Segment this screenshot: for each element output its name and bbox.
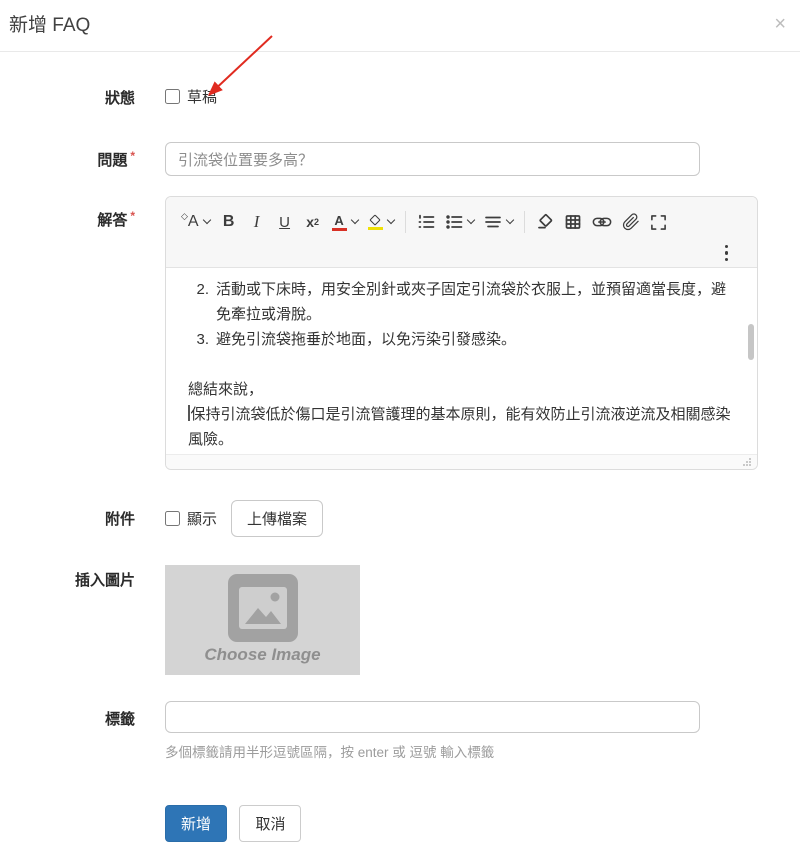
superscript-button[interactable]: x2 bbox=[304, 209, 322, 235]
actions-row: 新增 取消 bbox=[0, 805, 800, 842]
rich-text-editor: ◇A B I U x2 A bbox=[165, 196, 758, 470]
align-icon bbox=[484, 213, 502, 231]
question-label: 問題* bbox=[0, 149, 135, 170]
list-item: 2. 活動或下床時，用安全別針或夾子固定引流袋於衣服上，並預留適當長度，避免牽拉… bbox=[188, 277, 737, 327]
chevron-down-icon bbox=[202, 216, 210, 224]
insert-image-label: 插入圖片 bbox=[0, 565, 135, 675]
table-icon bbox=[564, 213, 582, 231]
editor-scrollbar[interactable] bbox=[748, 324, 754, 360]
cancel-button[interactable]: 取消 bbox=[239, 805, 301, 842]
font-style-button[interactable]: ◇A bbox=[181, 209, 210, 235]
answer-row: 解答* ◇A B I U x2 A bbox=[0, 196, 800, 470]
show-attachment-checkbox[interactable] bbox=[165, 511, 180, 526]
actions-spacer bbox=[0, 805, 135, 842]
draft-checkbox-label: 草稿 bbox=[187, 86, 217, 107]
fullscreen-button[interactable] bbox=[650, 209, 668, 235]
link-button[interactable] bbox=[592, 209, 612, 235]
toolbar-separator bbox=[524, 211, 525, 233]
italic-button[interactable]: I bbox=[248, 209, 266, 235]
toolbar-separator bbox=[405, 211, 406, 233]
attachment-row: 附件 顯示 上傳檔案 bbox=[0, 500, 800, 537]
text-cursor bbox=[188, 405, 190, 421]
draft-checkbox[interactable] bbox=[165, 89, 180, 104]
chevron-down-icon bbox=[466, 216, 474, 224]
question-row: 問題* bbox=[0, 142, 800, 176]
show-checkbox-wrap: 顯示 bbox=[165, 508, 217, 529]
choose-image-dropzone[interactable]: Choose Image bbox=[165, 565, 360, 675]
paragraph: 保持引流袋低於傷口是引流管護理的基本原則，能有效防止引流液逆流及相關感染風險。 bbox=[188, 402, 737, 452]
tags-row: 標籤 多個標籤請用半形逗號區隔，按 enter 或 逗號 輸入標籤 bbox=[0, 701, 800, 761]
show-checkbox-label: 顯示 bbox=[187, 508, 217, 529]
unordered-list-icon bbox=[445, 213, 463, 231]
editor-toolbar: ◇A B I U x2 A bbox=[166, 197, 757, 268]
more-options-button[interactable] bbox=[722, 242, 732, 265]
chevron-down-icon bbox=[505, 216, 513, 224]
resize-grip-icon[interactable] bbox=[742, 457, 752, 467]
insert-image-row: 插入圖片 Choose Image bbox=[0, 565, 800, 675]
upload-file-button[interactable]: 上傳檔案 bbox=[231, 500, 323, 537]
required-mark: * bbox=[130, 149, 135, 163]
modal-header: 新增 FAQ × bbox=[0, 0, 800, 52]
link-icon bbox=[592, 213, 612, 231]
unordered-list-button[interactable] bbox=[445, 209, 474, 235]
eraser-icon bbox=[536, 213, 554, 231]
tags-label: 標籤 bbox=[0, 701, 135, 761]
status-label: 狀態 bbox=[0, 87, 135, 108]
answer-label: 解答* bbox=[0, 196, 135, 470]
attach-file-button[interactable] bbox=[622, 209, 640, 235]
status-row: 狀態 草稿 bbox=[0, 86, 800, 109]
editor-statusbar bbox=[166, 454, 757, 469]
highlight-color-icon bbox=[368, 214, 383, 230]
list-item: 3. 避免引流袋拖垂於地面，以免污染引發感染。 bbox=[188, 327, 737, 352]
draft-checkbox-wrap: 草稿 bbox=[165, 86, 217, 107]
paragraph: 總結來說， bbox=[188, 377, 737, 402]
chevron-down-icon bbox=[386, 216, 394, 224]
paperclip-icon bbox=[622, 213, 640, 231]
close-icon[interactable]: × bbox=[774, 14, 786, 34]
highlight-color-button[interactable] bbox=[368, 209, 394, 235]
required-mark: * bbox=[130, 209, 135, 223]
modal-title: 新增 FAQ bbox=[9, 10, 90, 37]
question-input[interactable] bbox=[165, 142, 700, 176]
bold-button[interactable]: B bbox=[220, 209, 238, 235]
choose-image-text: Choose Image bbox=[204, 645, 320, 665]
image-placeholder-icon bbox=[226, 574, 300, 644]
ordered-list-icon bbox=[417, 213, 435, 231]
clear-format-button[interactable] bbox=[536, 209, 554, 235]
text-color-icon: A bbox=[332, 214, 347, 231]
editor-content-area[interactable]: 2. 活動或下床時，用安全別針或夾子固定引流袋於衣服上，並預留適當長度，避免牽拉… bbox=[166, 268, 757, 454]
tags-hint: 多個標籤請用半形逗號區隔，按 enter 或 逗號 輸入標籤 bbox=[165, 741, 700, 761]
text-color-button[interactable]: A bbox=[332, 209, 358, 235]
attachment-label: 附件 bbox=[0, 508, 135, 529]
chevron-down-icon bbox=[350, 216, 358, 224]
table-button[interactable] bbox=[564, 209, 582, 235]
tags-input[interactable] bbox=[165, 701, 700, 733]
underline-button[interactable]: U bbox=[276, 209, 294, 235]
submit-button[interactable]: 新增 bbox=[165, 805, 227, 842]
ordered-list-button[interactable] bbox=[417, 209, 435, 235]
fullscreen-icon bbox=[650, 214, 667, 231]
paragraph-align-button[interactable] bbox=[484, 209, 513, 235]
